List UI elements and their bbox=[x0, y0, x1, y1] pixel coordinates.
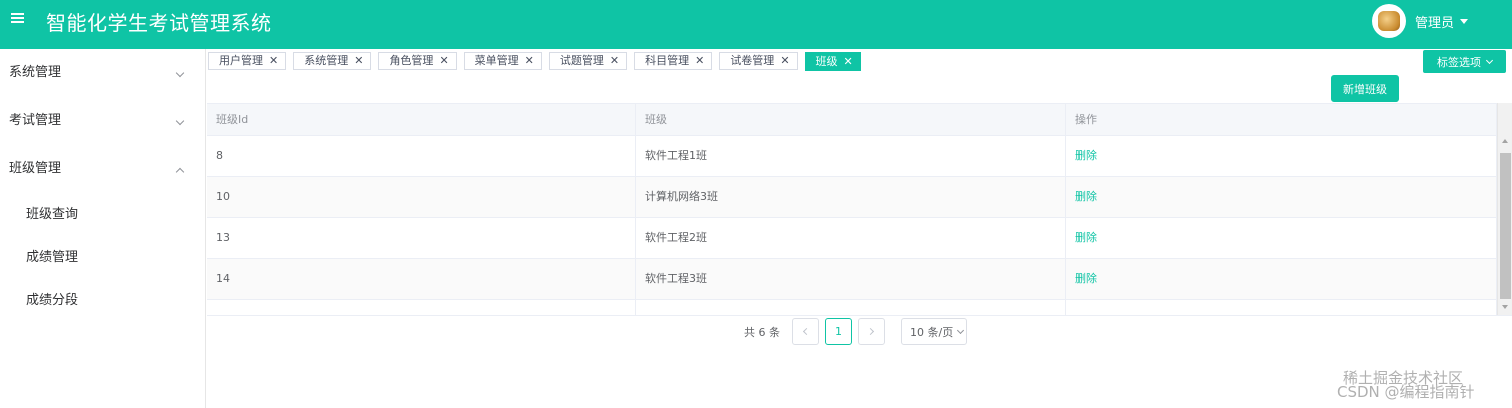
cell-class-name bbox=[636, 300, 1066, 315]
sidebar-group-label: 考试管理 bbox=[9, 113, 62, 128]
tag-paper-management[interactable]: 试卷管理 ✕ bbox=[719, 52, 798, 70]
delete-link[interactable]: 删除 bbox=[1075, 149, 1097, 162]
cell-actions: 删除 bbox=[1066, 177, 1497, 217]
next-page-button[interactable] bbox=[858, 318, 885, 345]
column-header-class-id[interactable]: 班级Id bbox=[207, 104, 636, 136]
chevron-right-icon bbox=[866, 327, 875, 336]
close-icon[interactable]: ✕ bbox=[844, 54, 853, 70]
chevron-down-icon bbox=[957, 326, 965, 334]
tag-class-active[interactable]: 班级 ✕ bbox=[804, 52, 861, 71]
table-row[interactable]: 14 软件工程3班 删除 bbox=[207, 259, 1497, 300]
tag-label: 菜单管理 bbox=[474, 54, 519, 67]
tag-role-management[interactable]: 角色管理 ✕ bbox=[378, 52, 457, 70]
sidebar-group-label: 系统管理 bbox=[9, 65, 62, 80]
pagination-total: 共 6 条 bbox=[744, 325, 780, 339]
close-icon[interactable]: ✕ bbox=[354, 53, 363, 69]
cell-class-id bbox=[207, 300, 636, 315]
table-scrollbar[interactable] bbox=[1497, 103, 1512, 315]
tag-menu-management[interactable]: 菜单管理 ✕ bbox=[463, 52, 542, 70]
tag-system-management[interactable]: 系统管理 ✕ bbox=[293, 52, 372, 70]
add-class-button[interactable]: 新增班级 bbox=[1331, 75, 1399, 102]
sidebar-group-system[interactable]: 系统管理 bbox=[0, 49, 205, 97]
cell-class-name: 软件工程3班 bbox=[636, 259, 1066, 299]
delete-link[interactable]: 删除 bbox=[1075, 190, 1097, 203]
scroll-down-arrow-icon[interactable] bbox=[1502, 305, 1508, 309]
chevron-down-icon bbox=[1485, 56, 1494, 64]
cell-class-id: 10 bbox=[207, 177, 636, 217]
page-size-select[interactable]: 10 条/页 bbox=[901, 318, 967, 345]
tags-view: 用户管理 ✕ 系统管理 ✕ 角色管理 ✕ 菜单管理 ✕ 试题管理 ✕ 科目管理 ✕ 试卷管理… bbox=[208, 52, 868, 72]
table-row[interactable]: 8 软件工程1班 删除 bbox=[207, 136, 1497, 177]
table-row[interactable]: 13 软件工程2班 删除 bbox=[207, 218, 1497, 259]
avatar[interactable] bbox=[1371, 4, 1406, 38]
tag-options-button[interactable]: 标签选项 bbox=[1423, 50, 1506, 73]
table-body: 8 软件工程1班 删除 10 计算机网络3班 删除 13 软件工程2班 删除 1… bbox=[207, 136, 1497, 315]
page-size-value: 10 条/页 bbox=[910, 325, 954, 339]
tag-label: 系统管理 bbox=[304, 54, 349, 67]
table-row[interactable]: 10 计算机网络3班 删除 bbox=[207, 177, 1497, 218]
sidebar-item-class-query[interactable]: 班级查询 bbox=[0, 193, 205, 236]
cell-actions: 删除 bbox=[1066, 218, 1497, 258]
tag-label: 角色管理 bbox=[389, 54, 434, 67]
table-header: 班级Id 班级 操作 bbox=[207, 103, 1497, 136]
delete-link[interactable]: 删除 bbox=[1075, 231, 1097, 244]
watermark: 稀土掘金技术社区 CSDN @编程指南针 bbox=[1337, 370, 1475, 400]
close-icon[interactable]: ✕ bbox=[269, 53, 278, 69]
cell-class-name: 软件工程2班 bbox=[636, 218, 1066, 258]
chevron-down-icon bbox=[175, 68, 185, 78]
chevron-left-icon bbox=[802, 327, 811, 336]
sidebar-group-label: 班级管理 bbox=[9, 161, 62, 176]
tag-user-management[interactable]: 用户管理 ✕ bbox=[208, 52, 287, 70]
pagination: 共 6 条 1 10 条/页 bbox=[744, 318, 967, 345]
chevron-down-icon bbox=[175, 116, 185, 126]
sidebar-item-score-management[interactable]: 成绩管理 bbox=[0, 236, 205, 279]
close-icon[interactable]: ✕ bbox=[780, 53, 789, 69]
user-name[interactable]: 管理员 bbox=[1415, 12, 1454, 31]
cell-actions bbox=[1066, 300, 1497, 315]
cell-class-id: 14 bbox=[207, 259, 636, 299]
class-table: 班级Id 班级 操作 8 软件工程1班 删除 10 计算机网络3班 删除 13 … bbox=[207, 103, 1512, 316]
cell-class-name: 软件工程1班 bbox=[636, 136, 1066, 176]
watermark-line2: CSDN @编程指南针 bbox=[1337, 383, 1475, 401]
column-header-class-name[interactable]: 班级 bbox=[636, 104, 1066, 136]
close-icon[interactable]: ✕ bbox=[610, 53, 619, 69]
tag-label: 试卷管理 bbox=[730, 54, 775, 67]
sidebar-group-exam[interactable]: 考试管理 bbox=[0, 97, 205, 145]
cell-class-id: 8 bbox=[207, 136, 636, 176]
close-icon[interactable]: ✕ bbox=[695, 53, 704, 69]
tag-question-management[interactable]: 试题管理 ✕ bbox=[548, 52, 628, 70]
page-number-button[interactable]: 1 bbox=[825, 318, 852, 345]
app-title: 智能化学生考试管理系统 bbox=[46, 11, 272, 35]
tag-label: 用户管理 bbox=[219, 54, 263, 67]
prev-page-button[interactable] bbox=[792, 318, 819, 345]
top-header: 智能化学生考试管理系统 管理员 bbox=[0, 0, 1512, 49]
scroll-up-arrow-icon[interactable] bbox=[1502, 139, 1508, 143]
cell-actions: 删除 bbox=[1066, 136, 1497, 176]
user-menu[interactable]: 管理员 bbox=[1371, 4, 1468, 38]
cell-class-name: 计算机网络3班 bbox=[636, 177, 1066, 217]
avatar-image-icon bbox=[1377, 11, 1400, 31]
tag-options-label: 标签选项 bbox=[1437, 55, 1481, 69]
sidebar: 系统管理 考试管理 班级管理 班级查询 成绩管理 成绩分段 bbox=[0, 49, 206, 408]
close-icon[interactable]: ✕ bbox=[439, 53, 448, 69]
delete-link[interactable]: 删除 bbox=[1075, 272, 1097, 285]
cell-actions: 删除 bbox=[1066, 259, 1497, 299]
close-icon[interactable]: ✕ bbox=[525, 53, 534, 69]
tag-subject-management[interactable]: 科目管理 ✕ bbox=[634, 52, 713, 70]
caret-down-icon[interactable] bbox=[1460, 18, 1468, 24]
tag-label: 科目管理 bbox=[645, 54, 690, 67]
hamburger-menu-icon[interactable] bbox=[11, 11, 25, 25]
scrollbar-thumb[interactable] bbox=[1500, 153, 1511, 299]
tag-label: 班级 bbox=[815, 54, 838, 68]
chevron-up-icon bbox=[175, 167, 185, 177]
column-header-actions[interactable]: 操作 bbox=[1066, 104, 1497, 136]
tag-label: 试题管理 bbox=[559, 54, 604, 67]
sidebar-item-score-segments[interactable]: 成绩分段 bbox=[0, 279, 205, 322]
cell-class-id: 13 bbox=[207, 218, 636, 258]
sidebar-group-class[interactable]: 班级管理 bbox=[0, 145, 205, 193]
table-row-partial bbox=[207, 300, 1497, 315]
